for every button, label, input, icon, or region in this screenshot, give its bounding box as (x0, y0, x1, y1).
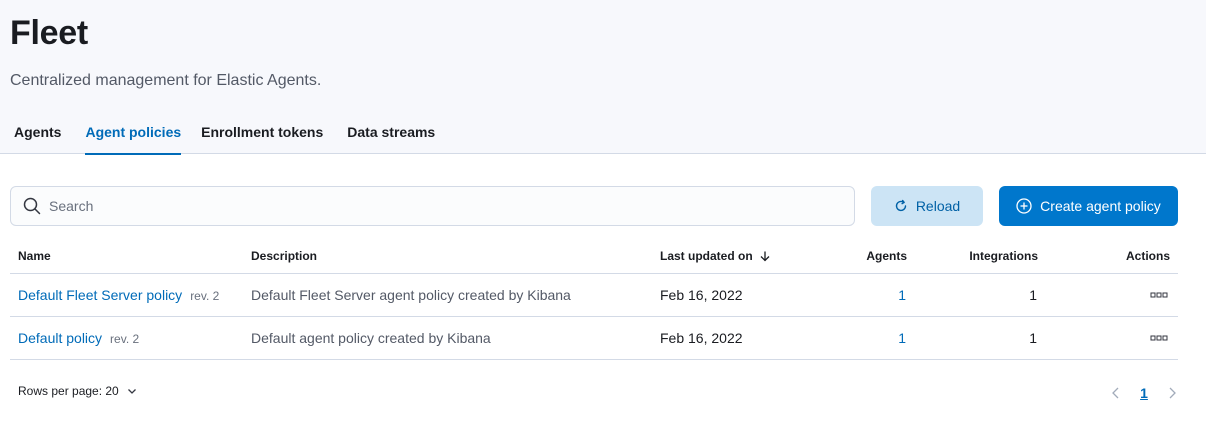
policy-last-updated: Feb 16, 2022 (660, 330, 743, 346)
reload-button[interactable]: Reload (871, 186, 983, 226)
policy-name-link[interactable]: Default Fleet Server policy (18, 287, 182, 303)
search-icon (23, 197, 41, 215)
tab-agents[interactable]: Agents (14, 118, 61, 154)
boxes-horizontal-icon[interactable] (1150, 331, 1168, 345)
refresh-icon (895, 199, 907, 212)
policy-description: Default agent policy created by Kibana (251, 330, 491, 346)
agent-policies-table: Name Description Last updated on Agents … (10, 238, 1178, 360)
chevron-right-icon[interactable] (1166, 386, 1178, 400)
table-row: Default policy rev. 2 Default agent polic… (10, 317, 1178, 360)
policy-name-link[interactable]: Default policy (18, 330, 102, 346)
column-header-agents[interactable]: Agents (840, 238, 907, 274)
pagination: 1 (1110, 382, 1178, 404)
page-subtitle: Centralized management for Elastic Agent… (10, 72, 322, 89)
policy-name-cell: Default policy rev. 2 (18, 317, 139, 360)
policy-revision: rev. 2 (110, 332, 140, 346)
tab-data-streams[interactable]: Data streams (347, 118, 435, 154)
search-box (10, 186, 855, 226)
column-header-actions: Actions (1125, 249, 1170, 263)
table-header-row: Name Description Last updated on Agents … (10, 238, 1178, 274)
boxes-horizontal-icon[interactable] (1150, 288, 1168, 302)
reload-button-label: Reload (915, 198, 961, 214)
plus-in-circle-icon (1016, 198, 1032, 214)
tab-agent-policies[interactable]: Agent policies (85, 118, 181, 155)
chevron-left-icon[interactable] (1110, 386, 1122, 400)
policy-integrations-count: 1 (1029, 287, 1037, 303)
search-input[interactable] (49, 188, 839, 224)
rows-per-page-label: Rows per page: 20 (18, 384, 119, 398)
column-header-last-updated-label: Last updated on (660, 249, 753, 263)
page-title: Fleet (10, 14, 88, 52)
policy-integrations-count: 1 (1029, 330, 1037, 346)
column-header-description: Description (251, 249, 318, 263)
policy-agents-count[interactable]: 1 (840, 274, 906, 317)
policy-last-updated: Feb 16, 2022 (660, 287, 743, 303)
tab-enrollment-tokens[interactable]: Enrollment tokens (201, 118, 323, 154)
column-header-name[interactable]: Name (18, 238, 51, 274)
create-agent-policy-label: Create agent policy (1040, 198, 1161, 214)
column-header-last-updated[interactable]: Last updated on (660, 238, 771, 274)
policy-agents-count[interactable]: 1 (840, 317, 906, 360)
create-agent-policy-button[interactable]: Create agent policy (999, 186, 1178, 226)
tab-bar: Agents Agent policies Enrollment tokens … (0, 118, 435, 155)
policy-name-cell: Default Fleet Server policy rev. 2 (18, 274, 219, 317)
page-number-current[interactable]: 1 (1140, 385, 1148, 401)
page-header: Fleet Centralized management for Elastic… (0, 0, 1206, 155)
arrow-down-icon (760, 251, 770, 262)
table-row: Default Fleet Server policy rev. 2 Defaul… (10, 274, 1178, 317)
rows-per-page-button[interactable]: Rows per page: 20 (18, 384, 137, 398)
policy-revision: rev. 2 (190, 289, 220, 303)
column-header-integrations: Integrations (969, 249, 1038, 263)
chevron-down-icon (127, 389, 136, 394)
policy-description: Default Fleet Server agent policy create… (251, 287, 571, 303)
